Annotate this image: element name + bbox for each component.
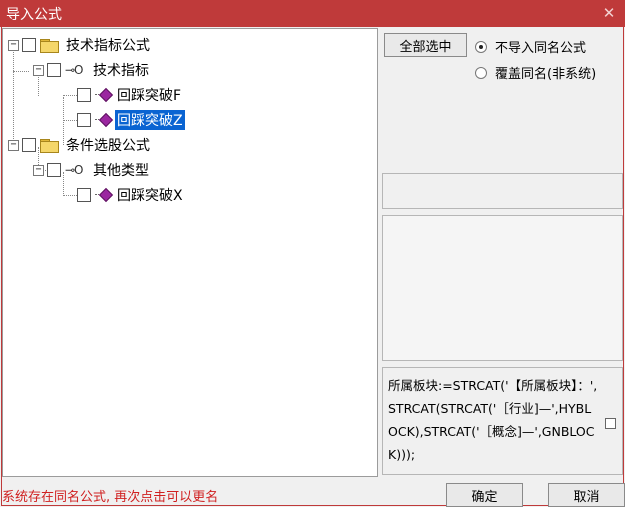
select-all-button[interactable]: 全部选中 <box>384 33 467 57</box>
radio-overwrite[interactable]: 覆盖同名(非系统) <box>475 63 596 82</box>
tree-node-label: 回踩突破Z <box>115 110 185 130</box>
close-icon[interactable]: ✕ <box>599 2 619 24</box>
title-bar: 导入公式 ✕ <box>0 0 625 27</box>
window-title: 导入公式 <box>6 6 62 23</box>
folder-icon <box>40 138 59 153</box>
tree-checkbox[interactable] <box>47 63 61 77</box>
tree-node-label: 其他类型 <box>93 163 149 179</box>
tree-checkbox[interactable] <box>77 88 91 102</box>
tree-node-formula-f[interactable]: 回踩突破F <box>77 84 183 106</box>
tree-checkbox[interactable] <box>22 138 36 152</box>
tree-checkbox[interactable] <box>47 163 61 177</box>
dialog-body: − 技术指标公式 − ⊸O 技术指标 回踩突破F 回踩突破Z − 条件选股公式 <box>1 27 625 507</box>
tree-node-tech-indicators[interactable]: − ⊸O 技术指标 <box>33 59 151 81</box>
status-message: 系统存在同名公式, 再次点击可以更名 <box>2 490 219 505</box>
radio-label: 不导入同名公式 <box>495 41 587 56</box>
tree-node-formula-z[interactable]: 回踩突破Z <box>77 109 185 131</box>
collapse-icon[interactable]: − <box>8 139 19 151</box>
tree-node-label: 回踩突破X <box>117 188 183 204</box>
radio-button[interactable] <box>475 66 487 79</box>
tree-node-label: 回踩突破F <box>117 88 182 104</box>
tree-node-condition-formulas[interactable]: − 条件选股公式 <box>8 134 152 156</box>
ok-button[interactable]: 确定 <box>446 483 523 507</box>
formula-gem-icon <box>95 189 111 201</box>
formula-name-field <box>382 173 623 209</box>
collapse-icon[interactable]: − <box>33 64 44 76</box>
folder-icon <box>40 38 59 53</box>
collapse-icon[interactable]: − <box>8 39 19 51</box>
cancel-button[interactable]: 取消 <box>548 483 625 507</box>
tree-node-label: 技术指标公式 <box>66 38 150 54</box>
formula-tree[interactable]: − 技术指标公式 − ⊸O 技术指标 回踩突破F 回踩突破Z − 条件选股公式 <box>2 28 378 477</box>
collapse-icon[interactable]: − <box>33 164 44 176</box>
formula-preview-panel: 所属板块:=STRCAT('【所属板块】：',STRCAT(STRCAT('［行… <box>382 367 623 475</box>
tree-checkbox[interactable] <box>22 38 36 52</box>
formula-preview-text: 所属板块:=STRCAT('【所属板块】：',STRCAT(STRCAT('［行… <box>388 378 598 462</box>
tree-node-formula-x[interactable]: 回踩突破X <box>77 184 185 206</box>
tree-node-tech-formulas[interactable]: − 技术指标公式 <box>8 34 152 56</box>
formula-gem-icon <box>95 114 111 126</box>
formula-gem-icon <box>95 89 111 101</box>
tree-checkbox[interactable] <box>77 113 91 127</box>
key-icon: ⊸O <box>65 63 84 77</box>
tree-checkbox[interactable] <box>77 188 91 202</box>
radio-button[interactable] <box>475 40 487 53</box>
tree-node-other-types[interactable]: − ⊸O 其他类型 <box>33 159 151 181</box>
preview-checkbox[interactable] <box>605 418 616 429</box>
formula-description-panel <box>382 215 623 361</box>
radio-no-import[interactable]: 不导入同名公式 <box>475 37 586 56</box>
tree-node-label: 条件选股公式 <box>66 138 150 154</box>
tree-node-label: 技术指标 <box>93 63 149 79</box>
radio-label: 覆盖同名(非系统) <box>495 67 597 82</box>
key-icon: ⊸O <box>65 163 84 177</box>
